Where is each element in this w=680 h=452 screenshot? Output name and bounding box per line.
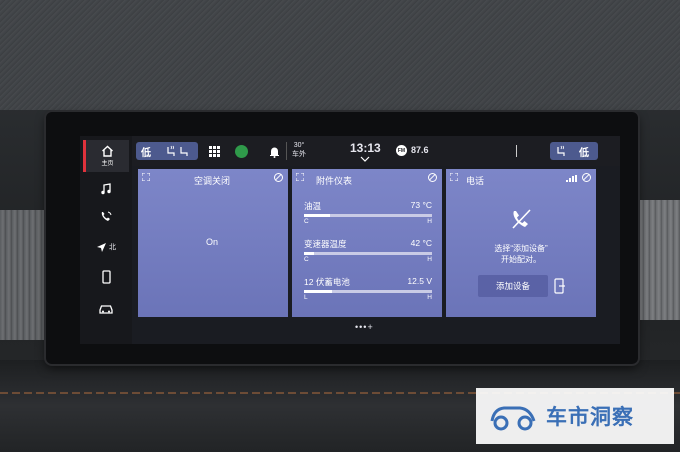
gauges-card[interactable]: 附件仪表 油温 73 °C C H 变速器温度 42 °C C H 12 伏蓄电池 12.… xyxy=(292,169,442,317)
gauge-transmission-temp: 变速器温度 42 °C C H xyxy=(304,238,432,263)
sidebar-item-phone-device[interactable] xyxy=(86,264,126,290)
sidebar-item-phone-call[interactable] xyxy=(86,204,126,230)
expand-icon[interactable] xyxy=(450,173,458,181)
home-icon xyxy=(102,145,113,157)
phone-card[interactable]: 电话 选择“添加设备” 开始配对。 添加设备 xyxy=(446,169,596,317)
infotainment-screen: 主页 北 低 30° 车外 13:13 FM 87.6 低 空调关闭 On 附件… xyxy=(80,136,620,344)
pairing-message: 选择“添加设备” 开始配对。 xyxy=(446,243,596,265)
phone-disconnected-icon xyxy=(512,209,531,229)
sidebar-item-label: 主页 xyxy=(101,161,114,167)
gauge-oil-temp: 油温 73 °C C H xyxy=(304,200,432,225)
climate-status: On xyxy=(206,237,219,247)
temp-label: 车外 xyxy=(292,151,306,158)
dashboard-trim-right xyxy=(632,200,680,320)
connectivity-icon[interactable] xyxy=(235,145,248,158)
pairing-message-line2: 开始配对。 xyxy=(501,255,541,264)
gauge-bar xyxy=(304,252,432,255)
gauge-value: 73 °C xyxy=(410,200,432,210)
edit-icon[interactable] xyxy=(428,173,437,182)
gauge-value: 12.5 V xyxy=(407,276,432,286)
gauge-high: H xyxy=(427,218,432,225)
phone-device-icon xyxy=(101,270,111,284)
gauge-low: C xyxy=(304,256,309,263)
climate-fan-right[interactable]: 低 xyxy=(550,142,598,160)
sidebar: 主页 北 xyxy=(80,136,132,344)
seat-ventilation-icon xyxy=(180,147,188,156)
gauge-low: L xyxy=(304,294,308,301)
expand-icon[interactable] xyxy=(142,173,150,181)
climate-fan-left[interactable]: 低 xyxy=(136,142,198,160)
car-icon xyxy=(99,305,113,314)
watermark-text: 车市洞察 xyxy=(546,406,634,429)
gauge-value: 42 °C xyxy=(410,238,432,248)
navigation-icon xyxy=(97,242,106,252)
music-icon xyxy=(101,183,111,195)
apps-grid-icon[interactable] xyxy=(209,146,220,157)
card-title: 空调关闭 xyxy=(194,176,231,186)
gauge-fill xyxy=(304,214,330,217)
gauge-fill xyxy=(304,252,315,255)
radio-band-badge: FM xyxy=(396,145,407,156)
sidebar-item-vehicle[interactable] xyxy=(86,296,126,322)
sidebar-item-music[interactable] xyxy=(86,176,126,202)
gauge-bar xyxy=(304,290,432,293)
sidebar-item-home[interactable]: 主页 xyxy=(83,140,129,172)
fan-left-label: 低 xyxy=(141,147,151,159)
page-indicator[interactable]: •••+ xyxy=(355,322,374,332)
watermark-logo xyxy=(490,406,536,431)
seat-heat-icon xyxy=(557,145,565,156)
gauge-bar xyxy=(304,214,432,217)
gauge-high: H xyxy=(427,256,432,263)
chevron-down-icon[interactable] xyxy=(360,156,370,162)
gauge-low: C xyxy=(304,218,309,225)
radio-frequency[interactable]: 87.6 xyxy=(411,145,429,155)
gauge-high: H xyxy=(427,294,432,301)
gauge-label: 油温 xyxy=(304,201,322,211)
card-title: 附件仪表 xyxy=(316,176,353,186)
dashboard-top xyxy=(0,0,680,110)
compass-direction: 北 xyxy=(109,244,116,251)
outside-temperature: 30° 车外 xyxy=(292,141,306,159)
add-device-button[interactable]: 添加设备 xyxy=(478,275,548,297)
climate-card[interactable]: 空调关闭 On xyxy=(138,169,288,317)
signal-icon xyxy=(566,175,577,182)
phone-link-icon[interactable] xyxy=(554,278,566,294)
expand-icon[interactable] xyxy=(296,173,304,181)
gauge-fill xyxy=(304,290,333,293)
divider xyxy=(286,142,287,160)
notification-bell-icon[interactable] xyxy=(269,146,280,158)
dashboard-trim-left xyxy=(0,210,48,340)
seat-heat-icon xyxy=(167,145,175,156)
divider xyxy=(516,145,517,157)
card-title: 电话 xyxy=(466,176,485,186)
gauge-battery: 12 伏蓄电池 12.5 V L H xyxy=(304,276,432,301)
sidebar-item-navigation[interactable]: 北 xyxy=(86,234,126,260)
edit-icon[interactable] xyxy=(582,173,591,182)
pairing-message-line1: 选择“添加设备” xyxy=(494,244,548,253)
gauge-label: 12 伏蓄电池 xyxy=(304,277,350,287)
status-bar: 低 30° 车外 13:13 FM 87.6 低 xyxy=(132,136,620,166)
clock: 13:13 xyxy=(350,141,381,155)
temp-value: 30° xyxy=(293,142,305,149)
fan-right-label: 低 xyxy=(579,147,589,159)
watermark: 车市洞察 xyxy=(476,388,674,444)
phone-call-icon xyxy=(101,211,112,221)
gauge-label: 变速器温度 xyxy=(304,239,347,249)
edit-icon[interactable] xyxy=(274,173,283,182)
